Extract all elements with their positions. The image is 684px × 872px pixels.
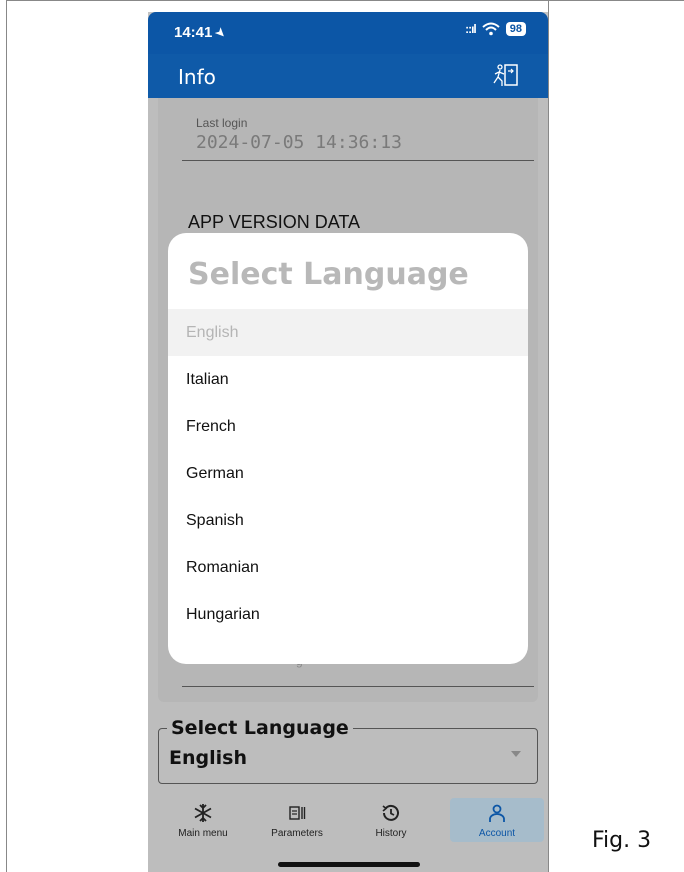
status-time: 14:41➤ — [174, 23, 230, 41]
language-select[interactable]: Select Language English — [158, 717, 538, 784]
figure-label: Fig. 3 — [592, 828, 652, 853]
snowflake-icon — [194, 804, 212, 822]
nav-item-account[interactable]: Account — [450, 798, 544, 842]
last-login-value: 2024-07-05 14:36:13 — [196, 132, 402, 153]
phone-screen: 14:41➤ ::ıl 98 Info Last login 2024-07-0… — [148, 12, 548, 872]
language-option-romanian[interactable]: Romanian — [168, 544, 528, 591]
last-login-label: Last login — [196, 116, 248, 130]
account-icon — [489, 804, 505, 822]
bottom-nav: Main menu Parameters History Account — [148, 792, 548, 872]
language-option-list: English Italian French German Spanish Ro… — [168, 309, 528, 638]
figure-border-right — [548, 0, 549, 872]
language-option-french[interactable]: French — [168, 403, 528, 450]
language-option-italian[interactable]: Italian — [168, 356, 528, 403]
status-bar: 14:41➤ ::ıl 98 — [148, 12, 548, 54]
chevron-down-icon — [511, 751, 521, 757]
nav-label: History — [375, 828, 407, 839]
location-arrow-icon: ➤ — [212, 23, 231, 42]
history-icon — [382, 804, 399, 821]
divider — [182, 160, 534, 161]
app-bar: Info — [148, 54, 548, 98]
figure-border-left — [6, 0, 7, 872]
language-option-german[interactable]: German — [168, 450, 528, 497]
dialog-title: Select Language — [188, 257, 469, 292]
page-title: Info — [178, 65, 216, 89]
nav-item-history[interactable]: History — [344, 798, 438, 842]
battery-icon: 98 — [505, 22, 526, 36]
language-select-value: English — [169, 747, 247, 769]
wifi-icon — [482, 22, 500, 36]
nav-label: Main menu — [178, 828, 228, 839]
status-indicators: ::ıl 98 — [465, 22, 526, 36]
logout-icon[interactable] — [490, 62, 520, 90]
nav-label: Account — [478, 828, 516, 839]
figure-border-top — [6, 0, 684, 1]
nav-item-parameters[interactable]: Parameters — [250, 798, 344, 842]
cellular-signal-icon: ::ıl — [465, 22, 477, 36]
language-picker-dialog: Select Language English Italian French G… — [168, 233, 528, 664]
status-time-text: 14:41 — [174, 24, 213, 41]
language-option-hungarian[interactable]: Hungarian — [168, 591, 528, 638]
nav-label: Parameters — [271, 828, 323, 839]
divider — [182, 686, 534, 687]
home-indicator — [278, 862, 420, 867]
nav-item-main-menu[interactable]: Main menu — [156, 798, 250, 842]
language-select-label: Select Language — [167, 717, 353, 739]
language-option-spanish[interactable]: Spanish — [168, 497, 528, 544]
parameters-icon — [289, 806, 306, 820]
app-version-heading: APP VERSION DATA — [188, 212, 361, 232]
language-option-english[interactable]: English — [168, 309, 528, 356]
